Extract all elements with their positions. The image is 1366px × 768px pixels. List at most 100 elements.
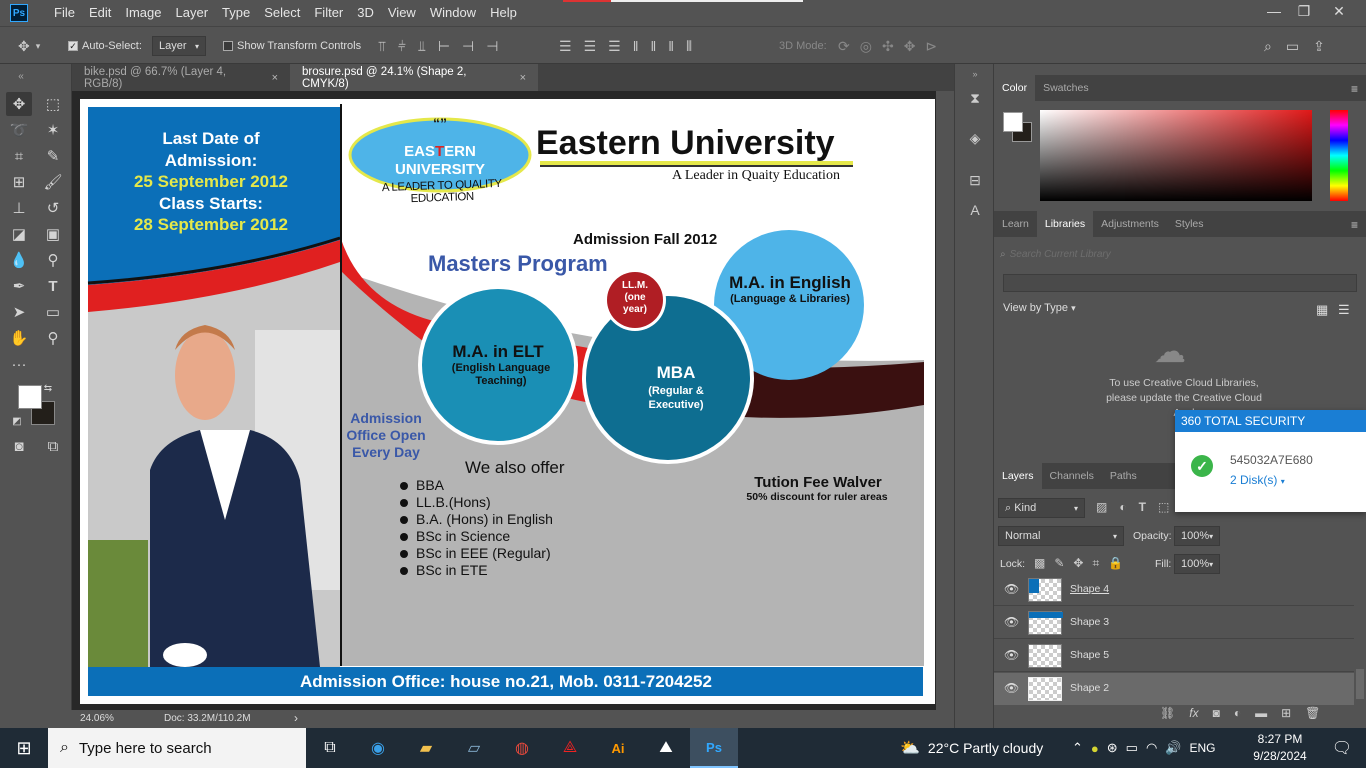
3d-panel-icon[interactable]: ◈ [965, 128, 985, 148]
hue-slider[interactable] [1330, 110, 1348, 201]
layer-name: Shape 5 [1070, 649, 1110, 661]
tab-layers[interactable]: Layers [994, 463, 1042, 489]
chrome-browser-icon[interactable]: ◍ [498, 728, 546, 768]
lock-all-icon[interactable]: 🔒 [1108, 556, 1123, 571]
fill-field[interactable]: 100% ▾ [1174, 554, 1220, 574]
chevron-up-icon[interactable]: ⌃ [1072, 740, 1083, 756]
foreground-color-swatch-top[interactable] [18, 385, 42, 409]
clock-time: 8:27 PM [1257, 732, 1303, 746]
tab-libraries[interactable]: Libraries [1036, 211, 1094, 237]
library-search[interactable]: ⌕ Search Current Library [1000, 246, 1356, 262]
opacity-label: Opacity: [1133, 530, 1172, 542]
windows-start-icon[interactable]: ⊞ [0, 728, 48, 768]
system-tray: ⌃ ● ⊛ ▭ ◠ 🔊 ENG [1072, 728, 1216, 768]
layer-kind-filter[interactable]: ⌕ Kind ▾ [998, 498, 1085, 518]
character-panel-icon[interactable]: A [965, 200, 985, 220]
class-start-label: Class Starts: [159, 193, 263, 213]
layer-style-icon[interactable]: fx [1189, 706, 1198, 720]
fill-label: Fill: [1155, 558, 1172, 570]
lock-position-icon[interactable]: ✥ [1073, 556, 1083, 571]
layer-row[interactable]: 👁 Shape 4 [994, 574, 1354, 606]
list-item: BSc in EEE (Regular) [416, 545, 551, 561]
view-by-type[interactable]: View by Type ▾ [1003, 302, 1076, 314]
layer-row[interactable]: 👁 Shape 3 [994, 607, 1354, 639]
libraries-message-line: To use Creative Cloud Libraries, [1109, 377, 1259, 389]
logo-text-part: ERN [444, 143, 476, 160]
type-filter-icon[interactable]: T [1139, 500, 1146, 515]
new-layer-icon[interactable]: ⊞ [1281, 706, 1291, 720]
color-picker-field[interactable] [1040, 110, 1312, 201]
security-tray-icon[interactable]: ● [1091, 741, 1099, 756]
clock[interactable]: 8:27 PM 9/28/2024 [1250, 731, 1310, 765]
opacity-field[interactable]: 100% ▾ [1174, 526, 1220, 546]
battery-icon[interactable]: ▭ [1126, 740, 1138, 756]
trash-icon[interactable]: 🗑 [1305, 706, 1320, 720]
weather-widget[interactable]: ⛅ 22°C Partly cloudy [900, 728, 1043, 768]
photoshop-taskbar-icon[interactable]: Ps [690, 728, 738, 768]
collapse-arrows-icon[interactable]: » [965, 64, 985, 84]
acrobat-icon[interactable]: ⟁ [546, 728, 594, 768]
illustrator-icon[interactable]: Ai [594, 728, 642, 768]
circle-elt-subtitle: (English Language Teaching) [451, 362, 551, 387]
layer-name: Shape 2 [1070, 682, 1110, 694]
properties-panel-icon[interactable]: ⊟ [965, 170, 985, 190]
layers-scrollbar[interactable] [1356, 669, 1364, 699]
language-indicator[interactable]: ENG [1190, 741, 1216, 755]
panel-menu-icon[interactable]: ≡ [1351, 218, 1358, 232]
tab-channels[interactable]: Channels [1042, 463, 1102, 489]
tab-styles[interactable]: Styles [1167, 211, 1212, 237]
pixel-filter-icon[interactable]: ▨ [1096, 500, 1107, 515]
file-explorer-icon[interactable]: ▰ [402, 728, 450, 768]
clock-date: 9/28/2024 [1253, 749, 1307, 763]
taskbar-search-box[interactable]: ⌕ Type here to search [48, 728, 306, 768]
library-dropdown[interactable] [1003, 274, 1357, 292]
security-popup[interactable]: 360 TOTAL SECURITY ✓ 545032A7E680 2 Disk… [1175, 410, 1366, 512]
layer-thumbnail [1028, 611, 1063, 635]
layer-row-selected[interactable]: 👁 Shape 2 [994, 673, 1354, 705]
panel-foreground-swatch[interactable] [1003, 112, 1023, 132]
notepad-icon[interactable]: ▱ [450, 728, 498, 768]
tab-adjustments[interactable]: Adjustments [1093, 211, 1167, 237]
eye-icon[interactable]: 👁 [1004, 615, 1019, 629]
security-popup-title: 360 TOTAL SECURITY [1175, 410, 1366, 432]
tab-paths[interactable]: Paths [1102, 463, 1145, 489]
layer-mask-icon[interactable]: ◙ [1213, 706, 1220, 720]
link-layers-icon[interactable]: ⛓ [1160, 706, 1175, 720]
tab-learn[interactable]: Learn [994, 211, 1037, 237]
lock-artboard-icon[interactable]: ⌗ [1092, 556, 1099, 571]
task-view-icon[interactable]: ⧉ [306, 728, 354, 768]
masters-program: Masters Program [428, 251, 608, 276]
layer-name: Shape 3 [1070, 616, 1110, 628]
taskbar-search-placeholder: Type here to search [78, 739, 212, 757]
search-icon: ⌕ [1000, 248, 1006, 260]
layer-row[interactable]: 👁 Shape 5 [994, 640, 1354, 672]
lock-paint-icon[interactable]: ✎ [1054, 556, 1064, 571]
notification-icon[interactable]: 🗨 [1318, 728, 1366, 768]
eye-icon[interactable]: 👁 [1004, 648, 1019, 662]
zoom-level[interactable]: 24.06% [80, 713, 114, 724]
list-item: BBA [416, 477, 445, 493]
tab-swatches[interactable]: Swatches [1035, 75, 1097, 101]
network-icon[interactable]: ⊛ [1107, 740, 1118, 756]
eye-icon[interactable]: 👁 [1004, 582, 1019, 596]
edge-browser-icon[interactable]: ◉ [354, 728, 402, 768]
eye-icon[interactable]: 👁 [1004, 681, 1019, 695]
class-start-date: 28 September 2012 [133, 215, 289, 234]
wifi-icon[interactable]: ◠ [1146, 740, 1157, 756]
lock-pixels-icon[interactable]: ▩ [1034, 556, 1045, 571]
panel-menu-icon[interactable]: ≡ [1351, 82, 1358, 96]
volume-icon[interactable]: 🔊 [1165, 740, 1181, 756]
blend-mode-dropdown[interactable]: Normal ▾ [998, 526, 1124, 546]
history-panel-icon[interactable]: ⧗ [965, 88, 985, 108]
tab-color[interactable]: Color [994, 75, 1036, 101]
group-folder-icon[interactable]: ▬ [1255, 706, 1267, 720]
grid-view-icon[interactable]: ▦ [1316, 302, 1328, 318]
adjustment-filter-icon[interactable]: ◐ [1119, 500, 1126, 515]
list-view-icon[interactable]: ☰ [1338, 302, 1350, 318]
cloud-error-icon: ☁ [1154, 333, 1186, 369]
status-menu-arrow[interactable]: › [294, 711, 298, 725]
security-disks-link[interactable]: 2 Disk(s) ▾ [1230, 473, 1285, 487]
shape-filter-icon[interactable]: ⬚ [1158, 500, 1169, 515]
photos-app-icon[interactable]: ⛰ [642, 728, 690, 768]
adjustment-layer-icon[interactable]: ◐ [1234, 706, 1241, 720]
